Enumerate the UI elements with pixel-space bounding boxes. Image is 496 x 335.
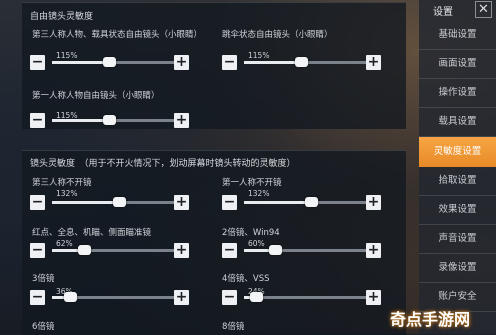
decrease-button[interactable]: − [222,195,237,210]
row-label-3x-scope: 3倍镜 [32,274,55,284]
sidebar-item-controls[interactable]: 操作设置 [419,79,496,108]
row-label-red-dot: 红点、全息、机瞄、侧面瞄准镜 [32,228,152,238]
slider-handle[interactable] [268,245,282,255]
close-button[interactable]: ✕ [475,1,492,18]
percent-parachute-free: 115% [248,51,270,60]
decrease-button[interactable]: − [222,55,237,70]
percent-first-person-no-scope: 132% [248,189,270,198]
slider-fill [52,201,120,204]
settings-sidebar: 设置 ✕ 基础设置 画面设置 操作设置 载具设置 灵敏度设置 拾取设置 效果设置… [419,0,496,334]
decrease-button[interactable]: − [222,290,237,305]
decrease-button[interactable]: − [222,243,237,258]
row-label-first-person-free: 第一人称人物自由镜头（小眼睛） [32,91,160,101]
decrease-button[interactable]: − [30,290,45,305]
row-label-third-person-no-scope: 第三人称不开镜 [32,178,92,188]
slider-track[interactable] [244,292,366,302]
free-camera-panel: 自由镜头灵敏度 第三人称人物、载具状态自由镜头（小眼睛） 115% − + 跳伞… [22,2,406,129]
increase-button[interactable]: + [174,195,189,210]
sidebar-header: 设置 ✕ [419,0,496,20]
decrease-button[interactable]: − [30,195,45,210]
sidebar-item-vehicle[interactable]: 载具设置 [419,108,496,137]
sidebar-item-graphics[interactable]: 画面设置 [419,50,496,79]
decrease-button[interactable]: − [30,243,45,258]
row-label-third-person-free: 第三人称人物、载具状态自由镜头（小眼睛） [32,30,203,40]
slider-fill [52,119,110,122]
slider-track[interactable] [244,197,366,207]
slider-track[interactable] [52,57,174,67]
row-label-8x-scope: 8倍镜 [222,322,245,332]
watermark: 奇点手游网 [390,310,471,329]
slider-fill [244,201,312,204]
percent-2x-scope: 60% [248,239,265,248]
row-label-first-person-no-scope: 第一人称不开镜 [222,178,282,188]
slider-handle[interactable] [305,197,319,207]
percent-third-person-free: 115% [56,51,78,60]
increase-button[interactable]: + [366,290,381,305]
sidebar-item-pickup[interactable]: 拾取设置 [419,167,496,196]
sidebar-item-effects[interactable]: 效果设置 [419,196,496,225]
decrease-button[interactable]: − [30,113,45,128]
row-label-parachute-free: 跳伞状态自由镜头（小眼睛） [222,30,333,40]
slider-handle[interactable] [113,197,127,207]
slider-fill [52,61,110,64]
percent-red-dot: 62% [56,239,73,248]
lens-sensitivity-panel: 镜头灵敏度 （用于不开火情况下，划动屏幕时镜头转动的灵敏度） 第三人称不开镜 1… [22,150,406,335]
slider-track[interactable] [52,292,174,302]
sidebar-item-basic[interactable]: 基础设置 [419,21,496,50]
increase-button[interactable]: + [366,55,381,70]
slider-handle[interactable] [64,292,78,302]
slider-handle[interactable] [295,57,309,67]
slider-track[interactable] [244,245,366,255]
increase-button[interactable]: + [366,195,381,210]
slider-track[interactable] [52,115,174,125]
slider-track[interactable] [244,57,366,67]
slider-fill [244,61,302,64]
percent-third-person-no-scope: 132% [56,189,78,198]
row-label-4x-scope: 4倍镜、VSS [222,274,270,284]
increase-button[interactable]: + [174,290,189,305]
section-title-free-camera: 自由镜头灵敏度 [30,12,94,22]
row-label-6x-scope: 6倍镜 [32,322,55,332]
slider-handle[interactable] [103,115,117,125]
sidebar-item-recording[interactable]: 录像设置 [419,254,496,283]
increase-button[interactable]: + [174,55,189,70]
slider-track[interactable] [52,245,174,255]
settings-title: 设置 [433,7,453,18]
sidebar-item-sound[interactable]: 声音设置 [419,225,496,254]
increase-button[interactable]: + [366,243,381,258]
slider-track[interactable] [52,197,174,207]
section-title-lens: 镜头灵敏度 （用于不开火情况下，划动屏幕时镜头转动的灵敏度） [30,159,296,169]
slider-handle[interactable] [77,245,91,255]
decrease-button[interactable]: − [30,55,45,70]
increase-button[interactable]: + [174,113,189,128]
slider-handle[interactable] [250,292,264,302]
slider-handle[interactable] [103,57,117,67]
row-label-2x-scope: 2倍镜、Win94 [222,228,280,238]
sidebar-item-sensitivity[interactable]: 灵敏度设置 [419,137,496,167]
increase-button[interactable]: + [174,243,189,258]
